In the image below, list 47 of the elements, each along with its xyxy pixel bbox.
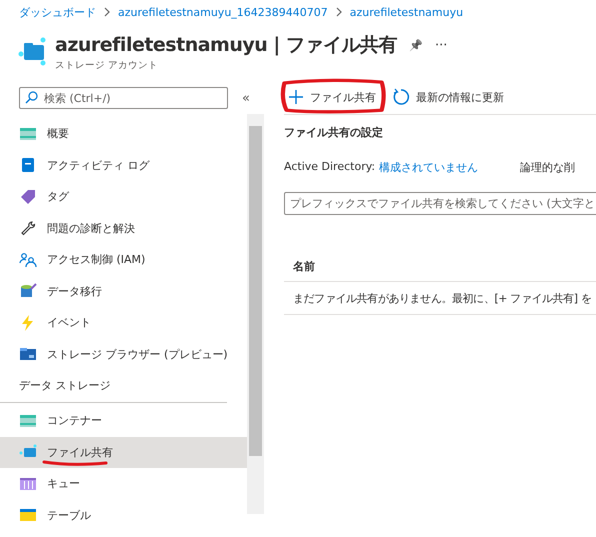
column-header: 名前 bbox=[293, 258, 315, 274]
folder-icon bbox=[19, 346, 37, 362]
refresh-button[interactable]: 最新の情報に更新 bbox=[388, 86, 508, 108]
soft-delete-label: 論理的な削 bbox=[520, 160, 576, 175]
search-field[interactable]: 検索 (Ctrl+/) bbox=[19, 87, 228, 109]
active-directory-link[interactable]: 構成されていません bbox=[379, 160, 478, 175]
sidebar-item[interactable]: タグ bbox=[0, 181, 247, 212]
grid-icon bbox=[19, 476, 37, 492]
chevron-icon bbox=[334, 7, 343, 17]
chevron-icon bbox=[103, 7, 111, 17]
breadcrumb-link[interactable]: azurefiletestnamuyu bbox=[350, 6, 464, 18]
page-title: azurefiletestnamuyu | ファイル共有 bbox=[55, 33, 397, 58]
page-subtitle: ストレージ アカウント bbox=[55, 59, 160, 72]
section-heading: ファイル共有の設定 bbox=[284, 125, 384, 140]
section-heading: データ ストレージ bbox=[0, 370, 227, 403]
folder-icon bbox=[17, 36, 47, 66]
document-icon bbox=[19, 157, 37, 174]
filter-field[interactable]: プレフィックスでファイル共有を検索してください (大文字と bbox=[284, 192, 596, 215]
empty-message: まだファイル共有がありません。最初に、[+ ファイル共有] を bbox=[293, 290, 592, 306]
sidebar-item[interactable]: アクティビティ ログ bbox=[0, 150, 247, 181]
wrench-icon bbox=[19, 220, 37, 236]
search-icon bbox=[25, 91, 38, 104]
sidebar-item[interactable]: 問題の診断と解決 bbox=[0, 212, 247, 244]
sidebar-item[interactable]: テーブル bbox=[0, 500, 247, 531]
sidebar-item[interactable]: アクセス制御 (IAM) bbox=[0, 244, 247, 276]
sidebar-item[interactable]: 概要 bbox=[0, 118, 247, 150]
bucket-icon bbox=[19, 283, 37, 300]
people-icon bbox=[19, 252, 37, 268]
breadcrumb-link[interactable]: azurefiletestnamuyu_1642389440707 bbox=[118, 6, 328, 18]
sidebar-item[interactable]: ファイル共有 bbox=[0, 436, 247, 468]
refresh-icon bbox=[392, 88, 410, 106]
tag-icon bbox=[19, 188, 37, 205]
sidebar-item[interactable]: コンテナー bbox=[0, 405, 247, 436]
sidebar-item[interactable]: キュー bbox=[0, 468, 247, 500]
list-icon bbox=[19, 412, 37, 429]
active-directory-label: Active Directory: bbox=[284, 160, 376, 175]
sidebar-item[interactable]: イベント bbox=[0, 307, 247, 338]
breadcrumb-link[interactable]: ダッシュボード bbox=[19, 4, 96, 20]
collapse-button[interactable]: « bbox=[242, 90, 250, 106]
scrollbar[interactable] bbox=[247, 114, 264, 514]
sidebar-item[interactable]: ストレージ ブラウザー (プレビュー) bbox=[0, 338, 247, 370]
pin-button[interactable]: 📌 bbox=[408, 38, 423, 52]
sidebar-item[interactable]: データ移行 bbox=[0, 276, 247, 307]
more-button[interactable]: ··· bbox=[434, 38, 448, 52]
grid-icon bbox=[19, 507, 37, 524]
list-icon bbox=[19, 126, 37, 142]
plus-icon bbox=[288, 89, 304, 105]
